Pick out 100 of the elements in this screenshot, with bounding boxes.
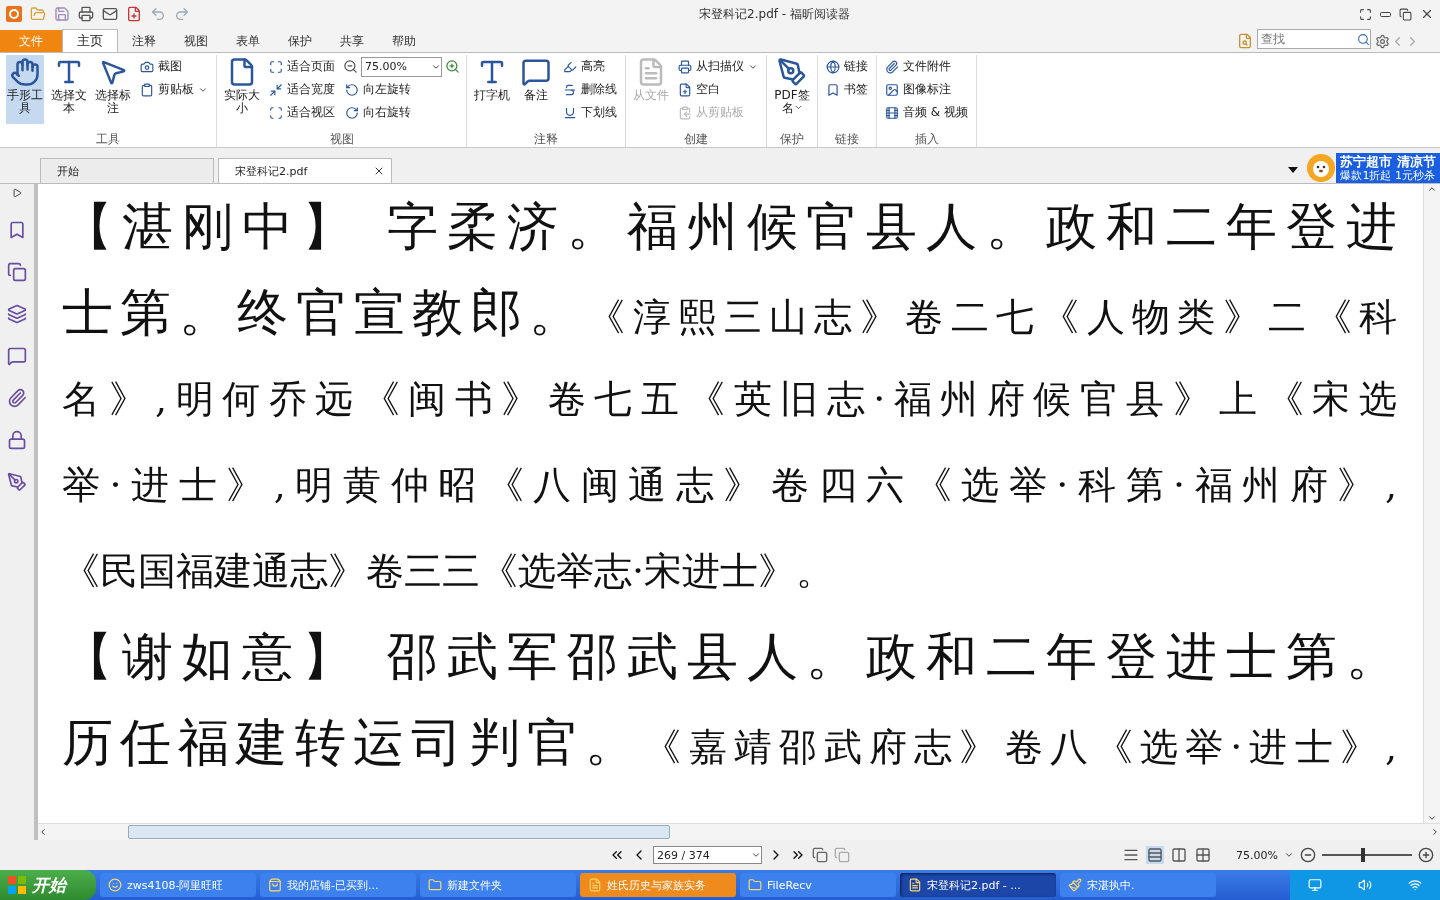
paint-icon (1068, 878, 1082, 892)
rotate-left-icon (345, 82, 359, 97)
scroll-right-icon[interactable] (1430, 827, 1440, 837)
open-folder-icon (30, 6, 46, 22)
restore-icon (1399, 7, 1412, 21)
scroll-up-icon[interactable] (1427, 184, 1437, 194)
strikethrough-icon (563, 82, 577, 97)
zoom-level-text[interactable]: 75.00% (1218, 848, 1278, 862)
ribbon-button[interactable]: 选择标注 (94, 55, 132, 124)
caret-icon[interactable] (1284, 850, 1294, 860)
view-mode-button[interactable] (1194, 846, 1212, 864)
zoom-combo[interactable]: 75.00% (361, 56, 442, 77)
close-icon[interactable] (373, 165, 385, 177)
ribbon-button[interactable]: 向右旋转 (343, 101, 460, 124)
zoom-out-icon[interactable] (1300, 847, 1316, 863)
view-mode-button[interactable] (1170, 846, 1188, 864)
group-label: 保护 (779, 131, 805, 147)
windows-logo-icon (8, 876, 26, 894)
mail-icon (102, 6, 118, 22)
page-number-field[interactable]: 269 / 374 (653, 846, 762, 864)
menu-tab[interactable]: 视图 (170, 30, 222, 52)
search-field[interactable]: 查找 (1257, 29, 1371, 49)
scroll-down-icon[interactable] (1427, 813, 1437, 823)
fit-width-icon (269, 82, 283, 97)
search-input[interactable]: 查找 (1258, 32, 1357, 46)
zoom-in-icon[interactable] (1418, 847, 1434, 863)
ribbon-button[interactable]: 备注 (517, 55, 555, 124)
menu-tab[interactable]: 帮助 (378, 30, 430, 52)
tab-label: 开始 (57, 163, 79, 179)
ribbon-button[interactable]: 空白 (676, 78, 760, 101)
document-tab[interactable]: 宋登科记2.pdf (218, 158, 392, 183)
pen-icon[interactable] (7, 472, 27, 492)
app-logo-icon[interactable] (6, 6, 22, 22)
ad-banner[interactable]: 苏宁超市 清凉节 爆款1折起 1元秒杀 (1336, 153, 1440, 183)
paperclip-icon[interactable] (7, 388, 27, 408)
ribbon-button[interactable]: 图像标注 (883, 78, 970, 101)
comment-icon[interactable] (7, 346, 27, 366)
ribbon-button[interactable]: 实际大小 (223, 55, 261, 124)
ribbon-button[interactable]: 高亮 (561, 55, 619, 78)
menu-tab[interactable]: 主页 (62, 29, 118, 52)
ribbon-button[interactable]: PDF签名 (773, 55, 811, 124)
rotate-right-icon (345, 105, 359, 120)
citation-text: 举·进士》,明黄仲昭《八闽通志》卷四六《选举·科第·福州府》, (62, 463, 1397, 507)
menu-tab[interactable]: 保护 (274, 30, 326, 52)
print-icon (78, 6, 94, 22)
pages-icon[interactable] (7, 262, 27, 282)
view-mode-button[interactable] (1146, 846, 1164, 864)
caret-icon (751, 850, 761, 860)
close-icon (1420, 7, 1434, 21)
scroll-left-icon[interactable] (38, 827, 48, 837)
layers-icon[interactable] (7, 304, 27, 324)
menu-tab[interactable]: 表单 (222, 30, 274, 52)
menu-tab[interactable]: 共享 (326, 30, 378, 52)
ribbon-button[interactable]: 选择文本 (50, 55, 88, 124)
ribbon-button[interactable]: 音频 & 视频 (883, 101, 970, 124)
zoom-slider-thumb[interactable] (1360, 848, 1365, 862)
new-file-icon (126, 6, 142, 22)
group-label: 链接 (834, 131, 860, 147)
image-icon (885, 82, 899, 97)
folder-icon (748, 878, 762, 892)
taskbar-item[interactable]: 新建文件夹 (420, 873, 576, 897)
taskbar-item[interactable]: 我的店铺-已买到... (260, 873, 416, 897)
ribbon-button[interactable]: 删除线 (561, 78, 619, 101)
ribbon-button[interactable]: 下划线 (561, 101, 619, 124)
scanner-icon (678, 59, 692, 74)
fullscreen-icon (1359, 7, 1372, 21)
pen-icon (777, 57, 807, 87)
bookmark-icon[interactable] (7, 220, 27, 240)
ribbon-button[interactable]: 打字机 (473, 55, 511, 124)
menu-tab[interactable]: 注释 (118, 30, 170, 52)
ribbon-button[interactable]: 剪贴板 (138, 78, 210, 101)
lock-icon[interactable] (7, 430, 27, 450)
ribbon-button[interactable]: 链接 (824, 55, 870, 78)
ribbon-button[interactable]: 手形工具 (6, 55, 44, 124)
taskbar-item[interactable]: FileRecv (740, 873, 896, 897)
vertical-scrollbar[interactable] (1423, 184, 1440, 823)
ribbon-button[interactable]: 截图 (138, 55, 210, 78)
taskbar-item[interactable]: zws4108-阿里旺旺 (100, 873, 256, 897)
citation-text: 《民国福建通志》卷三三《选举志·宋进士》。 (62, 549, 835, 593)
horizontal-scrollbar[interactable] (38, 823, 1440, 840)
globe-icon (826, 59, 840, 74)
document-icon (908, 878, 922, 892)
ribbon-button[interactable]: 适合宽度 (267, 78, 337, 101)
dropdown-arrow-icon[interactable] (1288, 167, 1299, 173)
minimize-icon[interactable] (1380, 11, 1391, 17)
ribbon-button[interactable]: 向左旋转 (343, 78, 460, 101)
ribbon-button[interactable]: 适合页面 (267, 55, 337, 78)
window-title: 宋登科记2.pdf - 福昕阅读器 (698, 5, 851, 23)
ribbon-button[interactable]: 文件附件 (883, 55, 970, 78)
ribbon-button[interactable]: 适合视区 (267, 101, 337, 124)
ribbon-button[interactable]: 从扫描仪 (676, 55, 760, 78)
ribbon-button[interactable]: 书签 (824, 78, 870, 101)
document-tab[interactable]: 开始 (40, 158, 214, 183)
taskbar-item[interactable]: 宋湛执中. (1060, 873, 1216, 897)
previous-view-icon[interactable] (812, 847, 828, 863)
taskbar-item[interactable]: 宋登科记2.pdf - ... (900, 873, 1056, 897)
continuous-facing-icon (1195, 847, 1211, 863)
group-label: 插入 (913, 131, 940, 147)
zoom-in-icon (445, 59, 460, 74)
blank-page-icon (678, 82, 692, 97)
